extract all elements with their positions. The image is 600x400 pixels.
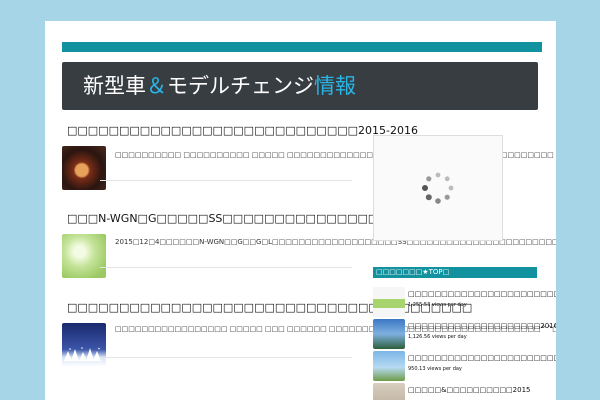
popular-post-thumbnail[interactable] — [373, 287, 405, 317]
ad-placeholder[interactable] — [373, 135, 503, 241]
logo-text-info: 情報 — [314, 74, 356, 98]
popular-post-thumbnail[interactable] — [373, 383, 405, 400]
post-divider — [100, 267, 352, 268]
popular-post-title[interactable]: □□□□□□□□□□□□□□□□□□□□□□□JC08□□□27.2k — [408, 354, 556, 362]
popular-post-thumbnail[interactable] — [373, 351, 405, 381]
post-thumbnail[interactable] — [62, 323, 106, 367]
popular-post-title[interactable]: □□□□□□□□□□□□□□□□□□□□2016□□□□□□□□□□[... — [408, 322, 556, 330]
logo-text-main: 新型車 — [83, 74, 146, 98]
page-container: 新型車＆モデルチェンジ情報 □□□□□□□□□□□□□□□□□□□□□□□□□□… — [45, 21, 556, 400]
logo-text-mid: モデルチェンジ — [167, 74, 314, 98]
popular-post-views: 1,126.56 views per day — [408, 334, 467, 340]
post-item: □□□N-WGN□G□□□□□SS□□□□□□□□□□□□□□□□□ 2015□… — [62, 212, 556, 282]
snow-forest-icon — [64, 347, 101, 361]
popular-post-title[interactable]: □□□□□&□□□□□□□□□□2015 — [408, 386, 530, 394]
post-thumbnail[interactable] — [62, 234, 106, 278]
popular-post-views: 950.13 views per day — [408, 366, 462, 372]
post-title-link[interactable]: □□□N-WGN□G□□□□□SS□□□□□□□□□□□□□□□□□ — [67, 212, 399, 225]
popular-post-item[interactable]: □□□□□□□□□□□□□□□□□□□□□□□JC08□□□27.2k 950.… — [373, 351, 556, 381]
post-divider — [100, 357, 352, 358]
post-thumbnail[interactable] — [62, 146, 106, 190]
post-divider — [100, 180, 352, 181]
popular-post-views: 1,255.53 views per day — [408, 302, 467, 308]
loading-spinner-icon — [422, 172, 454, 204]
post-item: □□□□□□□□□□□□□□□□□□□□□□□□□□□□2015-2016 □□… — [62, 124, 556, 194]
popular-post-item[interactable]: □□□□□□□□□□□□□□□□□□□□2016□□□□□□□□□□[... 1… — [373, 319, 556, 349]
site-logo-banner[interactable]: 新型車＆モデルチェンジ情報 — [62, 62, 538, 110]
logo-text-amp: ＆ — [146, 74, 167, 98]
popular-posts-widget-title: □□□□□□□★TOP□ — [373, 267, 537, 278]
post-item: □□□□□□□□□□□□□□□□□□□□□□□□□□□□□□□□□□□□□□□ … — [62, 301, 556, 371]
popular-post-title[interactable]: □□□□□□□□□□□□□□□□□□□□□□□□□□□□□□□□□□□□□□ — [408, 290, 556, 298]
header-accent-bar — [62, 42, 542, 52]
popular-post-item[interactable]: □□□□□&□□□□□□□□□□2015 — [373, 383, 543, 400]
popular-post-thumbnail[interactable] — [373, 319, 405, 349]
post-title-link[interactable]: □□□□□□□□□□□□□□□□□□□□□□□□□□□□2015-2016 — [67, 124, 418, 137]
popular-post-item[interactable]: □□□□□□□□□□□□□□□□□□□□□□□□□□□□□□□□□□□□□□ 1… — [373, 287, 556, 317]
